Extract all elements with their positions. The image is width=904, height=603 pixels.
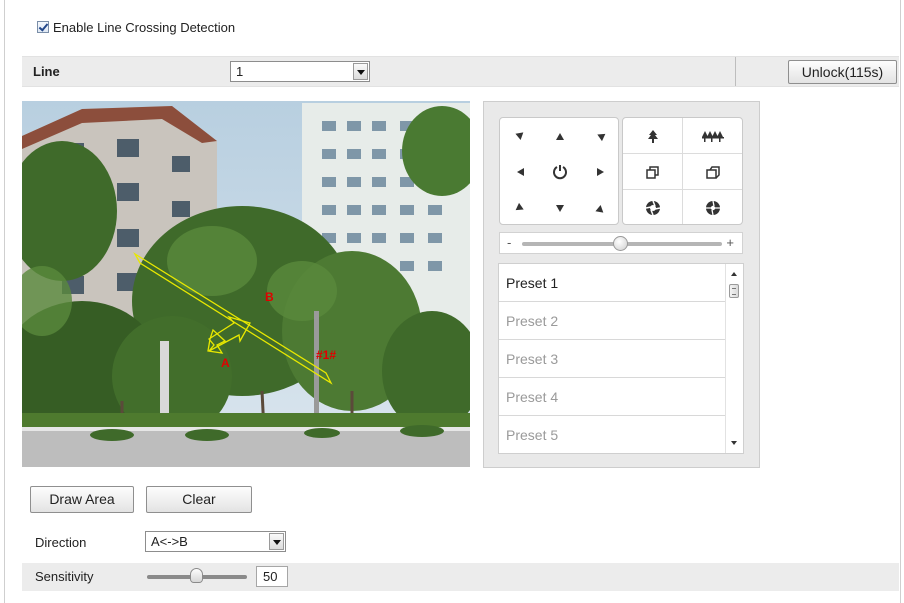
ptz-panel: - + Preset 1 Preset 2 Preset 3 Preset 4 … <box>483 101 760 468</box>
enable-checkbox-label: Enable Line Crossing Detection <box>53 19 236 35</box>
marker-a-label: A <box>221 356 230 370</box>
ptz-speed-slider[interactable]: - + <box>499 232 743 254</box>
draw-area-button[interactable]: Draw Area <box>30 486 134 513</box>
line-row: Line 1 Unlock(115s) <box>22 56 899 87</box>
divider <box>735 57 736 86</box>
enable-checkbox[interactable] <box>37 21 49 33</box>
speed-handle[interactable] <box>613 236 628 251</box>
unlock-button[interactable]: Unlock(115s) <box>788 60 897 84</box>
direction-label: Direction <box>35 535 87 550</box>
preset-item[interactable]: Preset 4 <box>499 378 727 416</box>
video-preview[interactable]: B A #1# <box>22 101 470 467</box>
direction-pad <box>499 117 619 225</box>
preset-scrollbar[interactable] <box>725 264 743 453</box>
arrow-down-left-icon[interactable] <box>500 190 540 226</box>
scroll-up-icon[interactable] <box>731 272 737 276</box>
clear-button[interactable]: Clear <box>146 486 252 513</box>
arrow-down-icon[interactable] <box>540 190 580 226</box>
auto-rotate-icon[interactable] <box>540 154 580 190</box>
arrow-left-icon[interactable] <box>500 154 540 190</box>
preset-item[interactable]: Preset 2 <box>499 302 727 340</box>
iris-open-icon[interactable] <box>623 190 683 226</box>
chevron-down-icon[interactable] <box>353 63 368 80</box>
direction-select-value: A<->B <box>151 534 188 549</box>
speed-plus-label: + <box>726 235 734 250</box>
preset-item[interactable]: Preset 1 <box>499 264 727 302</box>
line-select[interactable]: 1 <box>230 61 370 82</box>
sensitivity-value[interactable]: 50 <box>256 566 288 587</box>
sensitivity-row: Sensitivity 50 <box>22 563 899 591</box>
preset-list: Preset 1 Preset 2 Preset 3 Preset 4 Pres… <box>498 263 744 454</box>
marker-b-label: B <box>265 290 274 304</box>
sensitivity-label: Sensitivity <box>35 569 94 584</box>
camera-scene: B A #1# <box>22 101 470 467</box>
scroll-thumb[interactable] <box>729 284 739 298</box>
zoom-focus-iris-grid <box>622 117 743 225</box>
preset-item[interactable]: Preset 3 <box>499 340 727 378</box>
arrow-down-right-icon[interactable] <box>580 190 620 226</box>
line-id-label: #1# <box>316 348 336 362</box>
scroll-down-icon[interactable] <box>731 441 737 445</box>
arrow-right-icon[interactable] <box>580 154 620 190</box>
line-select-value: 1 <box>236 64 244 79</box>
speed-minus-label: - <box>507 235 512 250</box>
enable-line-crossing-row[interactable]: Enable Line Crossing Detection <box>37 18 235 36</box>
sensitivity-handle[interactable] <box>190 568 203 583</box>
line-label: Line <box>33 64 60 79</box>
focus-near-icon[interactable] <box>623 154 683 190</box>
direction-select[interactable]: A<->B <box>145 531 286 552</box>
iris-close-icon[interactable] <box>683 190 743 226</box>
chevron-down-icon[interactable] <box>269 533 284 550</box>
arrow-up-right-icon[interactable] <box>580 118 620 154</box>
zoom-out-icon[interactable] <box>683 118 743 154</box>
arrow-up-left-icon[interactable] <box>500 118 540 154</box>
zoom-in-icon[interactable] <box>623 118 683 154</box>
focus-far-icon[interactable] <box>683 154 743 190</box>
preset-item[interactable]: Preset 5 <box>499 416 727 453</box>
arrow-up-icon[interactable] <box>540 118 580 154</box>
